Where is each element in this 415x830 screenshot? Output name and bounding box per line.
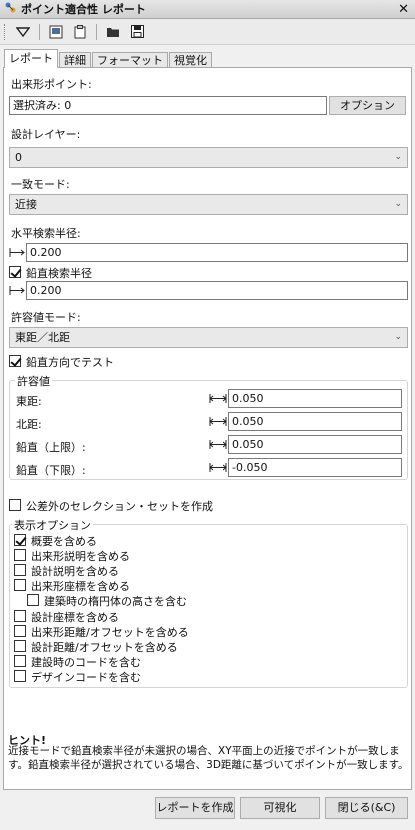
option-asbuilt-coords-label: 出来形座標を含める bbox=[31, 580, 130, 593]
create-selection-set-label: 公差外のセレクション・セットを作成 bbox=[26, 500, 213, 513]
tolerance-vertical-upper-input[interactable]: 0.050 bbox=[228, 435, 402, 454]
vertical-lower-tolerance-icon bbox=[209, 458, 227, 477]
tab-visualize[interactable]: 視覚化 bbox=[169, 52, 212, 68]
view-icon[interactable] bbox=[46, 22, 66, 42]
match-mode-select[interactable]: 近接 ⌄ bbox=[9, 194, 408, 215]
vertical-radius-input[interactable]: 0.200 bbox=[26, 281, 408, 300]
option-asbuilt-description-checkbox[interactable] bbox=[14, 549, 26, 561]
create-selection-set-checkbox[interactable] bbox=[9, 499, 21, 511]
vertical-test-checkbox[interactable] bbox=[9, 355, 21, 367]
filter-icon[interactable] bbox=[13, 22, 33, 42]
vertical-test-label: 鉛直方向でテスト bbox=[26, 356, 114, 369]
tolerance-easting-label: 東距: bbox=[16, 395, 42, 408]
toolbar bbox=[0, 19, 415, 45]
title-bar: ポイント適合性 レポート ✕ bbox=[0, 0, 415, 19]
display-options-title: 表示オプション bbox=[12, 517, 93, 533]
option-design-coords-label: 設計座標を含める bbox=[31, 611, 119, 624]
option-design-coords-checkbox[interactable] bbox=[14, 610, 26, 622]
horizontal-radius-input[interactable]: 0.200 bbox=[26, 243, 408, 262]
option-asbuilt-offset-label: 出来形距離/オフセットを含める bbox=[31, 626, 189, 639]
tolerance-mode-label: 許容値モード: bbox=[11, 311, 81, 324]
toolbar-separator-2 bbox=[96, 23, 97, 40]
horizontal-radius-icon bbox=[9, 243, 27, 262]
tolerance-northing-label: 北距: bbox=[16, 418, 42, 431]
tolerance-northing-input[interactable]: 0.050 bbox=[228, 412, 402, 431]
tolerance-vertical-lower-input[interactable]: -0.050 bbox=[228, 458, 402, 477]
option-design-code-label: デザインコードを含む bbox=[31, 671, 141, 684]
clipboard-icon[interactable] bbox=[70, 22, 90, 42]
tab-format[interactable]: フォーマット bbox=[92, 52, 168, 68]
option-ellipsoid-height-checkbox[interactable] bbox=[27, 594, 39, 606]
report-panel: 出来形ポイント: 選択済み: 0 オプション 設計レイヤー: 0 ⌄ 一致モード… bbox=[3, 67, 412, 790]
option-asbuilt-code-label: 建設時のコードを含む bbox=[31, 656, 141, 669]
design-layer-value: 0 bbox=[15, 151, 22, 164]
option-asbuilt-description-label: 出来形説明を含める bbox=[31, 550, 130, 563]
vertical-radius-icon bbox=[9, 281, 27, 300]
options-button[interactable]: オプション bbox=[329, 96, 406, 115]
vertical-radius-checkbox[interactable] bbox=[9, 266, 21, 278]
tolerance-vertical-lower-label: 鉛直（下限）: bbox=[16, 464, 86, 477]
design-layer-label: 設計レイヤー: bbox=[11, 128, 81, 141]
northing-tolerance-icon bbox=[209, 412, 227, 431]
option-asbuilt-coords-checkbox[interactable] bbox=[14, 579, 26, 591]
chevron-down-icon: ⌄ bbox=[394, 199, 402, 209]
tab-details[interactable]: 詳細 bbox=[59, 52, 91, 68]
easting-tolerance-icon bbox=[209, 389, 227, 408]
asbuilt-label: 出来形ポイント: bbox=[11, 78, 92, 91]
tolerance-vertical-upper-label: 鉛直（上限）: bbox=[16, 441, 86, 454]
chevron-down-icon: ⌄ bbox=[394, 152, 402, 162]
button-bar: レポートを作成 可視化 閉じる(&C) bbox=[0, 792, 415, 830]
create-report-button[interactable]: レポートを作成 bbox=[155, 797, 235, 819]
option-include-summary-checkbox[interactable] bbox=[14, 534, 26, 546]
match-mode-value: 近接 bbox=[15, 198, 37, 211]
option-include-summary-label: 概要を含める bbox=[31, 535, 97, 548]
asbuilt-selection-field[interactable]: 選択済み: 0 bbox=[9, 96, 327, 115]
app-icon bbox=[4, 1, 17, 17]
design-layer-select[interactable]: 0 ⌄ bbox=[9, 147, 408, 168]
tolerance-easting-input[interactable]: 0.050 bbox=[228, 389, 402, 408]
option-design-description-label: 設計説明を含める bbox=[31, 565, 119, 578]
hint-text: 近接モードで鉛直検索半径が未選択の場合、XY平面上の近接でポイントが一致します。… bbox=[8, 745, 409, 771]
tolerance-group-title: 許容値 bbox=[15, 373, 52, 389]
option-design-code-checkbox[interactable] bbox=[14, 670, 26, 682]
vertical-upper-tolerance-icon bbox=[209, 435, 227, 454]
toolbar-separator bbox=[39, 23, 40, 40]
match-mode-label: 一致モード: bbox=[11, 178, 70, 191]
open-folder-icon[interactable] bbox=[103, 22, 123, 42]
option-asbuilt-offset-checkbox[interactable] bbox=[14, 625, 26, 637]
close-button[interactable]: 閉じる(&C) bbox=[325, 797, 408, 819]
tolerance-mode-value: 東距／北距 bbox=[15, 331, 70, 344]
option-asbuilt-code-checkbox[interactable] bbox=[14, 655, 26, 667]
vertical-radius-label: 鉛直検索半径 bbox=[26, 267, 92, 280]
option-design-offset-checkbox[interactable] bbox=[14, 640, 26, 652]
option-design-offset-label: 設計距離/オフセットを含める bbox=[31, 641, 178, 654]
tab-report[interactable]: レポート bbox=[4, 49, 58, 68]
tab-strip: レポート 詳細 フォーマット 視覚化 bbox=[4, 49, 213, 68]
horizontal-radius-label: 水平検索半径: bbox=[11, 227, 81, 240]
visualize-button[interactable]: 可視化 bbox=[240, 797, 320, 819]
option-design-description-checkbox[interactable] bbox=[14, 564, 26, 576]
toolbar-grip bbox=[4, 23, 7, 40]
tolerance-mode-select[interactable]: 東距／北距 ⌄ bbox=[9, 327, 408, 348]
option-ellipsoid-height-label: 建築時の楕円体の高さを含む bbox=[44, 595, 187, 608]
close-icon[interactable]: ✕ bbox=[398, 2, 409, 17]
window-title: ポイント適合性 レポート bbox=[21, 3, 146, 16]
save-icon[interactable] bbox=[127, 22, 147, 42]
chevron-down-icon: ⌄ bbox=[394, 332, 402, 342]
